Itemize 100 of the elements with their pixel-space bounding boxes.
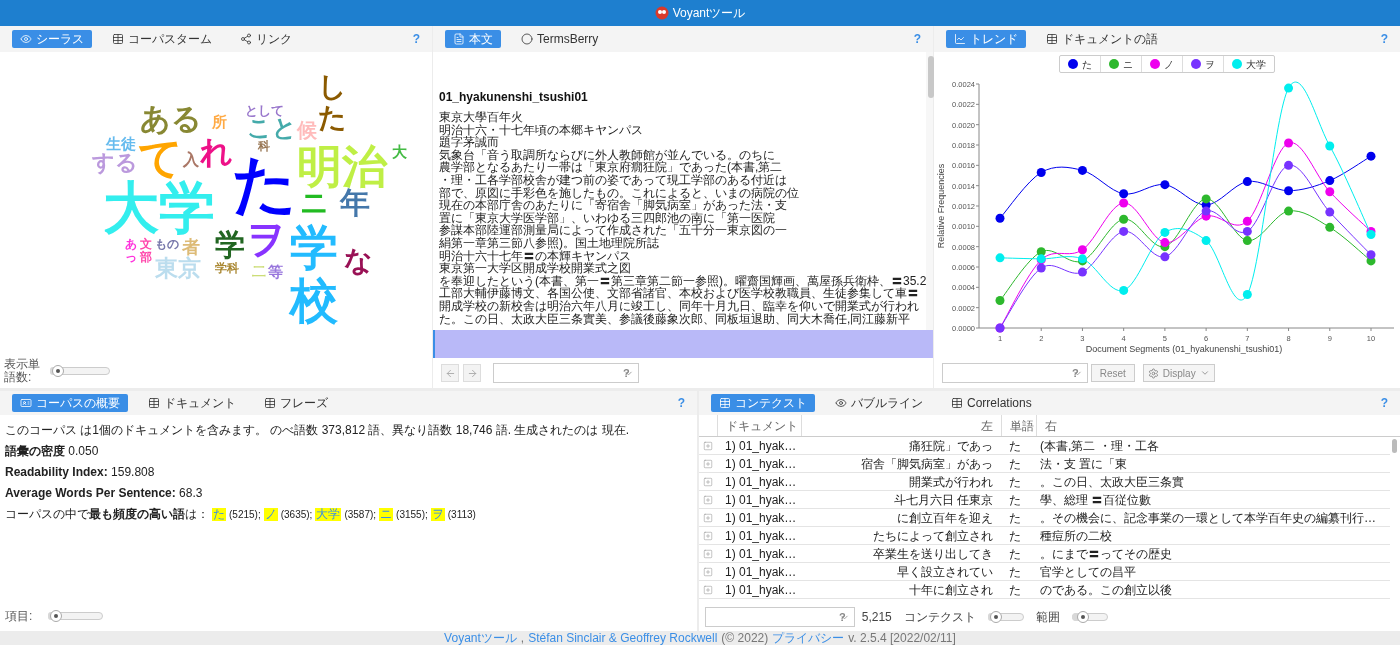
cloud-word[interactable]: 文部 (140, 238, 152, 265)
point (1284, 206, 1294, 216)
legend-label[interactable]: ニ (1123, 56, 1133, 72)
column-header[interactable]: 単語 (1001, 415, 1036, 436)
tab[interactable]: シーラス (12, 30, 92, 48)
tab[interactable]: トレンド (946, 30, 1026, 48)
expand-icon[interactable] (703, 512, 713, 523)
cloud-word[interactable]: 者 (182, 238, 200, 256)
cloud-word[interactable]: あっ (125, 238, 137, 265)
help-button[interactable]: ? (677, 394, 685, 412)
cloud-word[interactable]: する (92, 152, 138, 174)
help-button[interactable]: ? (412, 30, 420, 48)
point (1201, 236, 1211, 246)
cloud-word[interactable]: 学科 (215, 262, 239, 274)
legend-label[interactable]: ヲ (1205, 56, 1215, 72)
cloud-word[interactable]: 所 (212, 114, 227, 129)
dropdown-field[interactable] (705, 607, 855, 627)
context-count: 5,215 (861, 609, 892, 626)
tab[interactable]: コーパスの概要 (12, 394, 128, 412)
help-button[interactable]: ? (839, 608, 846, 626)
column-header[interactable]: 左 (801, 415, 1001, 436)
cloud-word[interactable]: 学校 (290, 222, 338, 328)
slider[interactable] (48, 610, 104, 622)
tab[interactable]: Correlations (943, 394, 1040, 412)
column-header[interactable]: 右 (1036, 415, 1400, 436)
cloud-word[interactable]: ある (140, 104, 202, 134)
help-button[interactable]: ? (1072, 364, 1079, 382)
forward-button[interactable] (463, 364, 481, 382)
point (995, 296, 1005, 306)
term-link[interactable]: ニ (379, 508, 394, 521)
column-header[interactable]: ドキュメント (717, 415, 801, 436)
cloud-word[interactable]: た (232, 152, 298, 216)
cloud-word[interactable]: れ (200, 136, 233, 168)
footer-text: (© 2022) (721, 631, 769, 645)
term-link[interactable]: 大学 (315, 508, 342, 521)
legend-label[interactable]: 大学 (1246, 56, 1266, 72)
cloud-word[interactable]: 大 (392, 144, 407, 159)
cloud-word[interactable]: 生徒 (106, 136, 136, 151)
cloud-word[interactable]: ニ (300, 189, 329, 217)
footer-link[interactable]: プライバシー (772, 631, 845, 645)
expand-icon[interactable] (703, 566, 713, 577)
expand-icon[interactable] (703, 494, 713, 505)
cloud-word[interactable]: ヲ (246, 219, 287, 259)
dropdown-field[interactable] (493, 363, 639, 383)
tab-icon (264, 397, 276, 409)
cloud-word[interactable]: 入 (183, 152, 199, 168)
cloud-word[interactable]: もの (155, 238, 179, 250)
tab[interactable]: フレーズ (256, 394, 336, 412)
tab-icon (112, 33, 124, 45)
term-count: (3113) (447, 508, 476, 521)
slider[interactable] (987, 611, 1024, 623)
tab[interactable]: バブルライン (827, 394, 931, 412)
tab[interactable]: リンク (232, 30, 300, 48)
tab[interactable]: ドキュメント (140, 394, 244, 412)
table-cell-text: た (1008, 509, 1022, 527)
slider[interactable] (1071, 611, 1108, 623)
tab[interactable]: コーパスターム (104, 30, 220, 48)
table-cell-text: た (1008, 527, 1022, 545)
legend-label[interactable]: た (1082, 56, 1092, 72)
footer-link[interactable]: Stéfan Sinclair & Geoffrey Rockwell (528, 631, 718, 645)
tab[interactable]: TermsBerry (513, 30, 607, 48)
help-button[interactable]: ? (1380, 394, 1388, 412)
point (1366, 151, 1376, 161)
back-button[interactable] (441, 364, 459, 382)
term-link[interactable]: ノ (263, 508, 278, 521)
footer-link[interactable]: Voyantツール (444, 631, 517, 645)
text-line: 現在の本部庁舎のあたりに「寄宿舎「脚気病室」があった法・支 (439, 199, 787, 212)
tab[interactable]: 本文 (445, 30, 501, 48)
cloud-word[interactable]: 年 (340, 188, 370, 218)
help-button[interactable]: ? (913, 30, 921, 48)
expand-icon[interactable] (703, 584, 713, 595)
table-cell-text: 。にまで〓ってその歴史 (1039, 545, 1173, 563)
legend-label[interactable]: ノ (1164, 56, 1174, 72)
cloud-word[interactable]: 等 (268, 264, 283, 279)
cloud-word[interactable]: な (344, 247, 373, 275)
reset-button[interactable]: Reset (1090, 364, 1135, 382)
expand-icon[interactable] (703, 440, 713, 451)
expand-icon[interactable] (703, 476, 713, 487)
tab[interactable]: ドキュメントの語 (1038, 30, 1166, 48)
term-link[interactable]: ヲ (430, 508, 445, 521)
expand-icon[interactable] (703, 530, 713, 541)
dropdown-field[interactable] (942, 363, 1088, 383)
cloud-word[interactable]: 学 (215, 230, 245, 260)
display-button[interactable]: Display (1142, 364, 1215, 382)
text-line: 参謀本部陸運部測量局によって作成された「五千分一東京図の一 (439, 224, 788, 237)
tab[interactable]: コンテクスト (711, 394, 815, 412)
scrollbar[interactable] (926, 52, 933, 330)
cloud-word[interactable]: した (318, 72, 346, 134)
table-cell-text: 種痘所の二校 (1039, 527, 1113, 545)
expand-icon[interactable] (703, 458, 713, 469)
expand-icon[interactable] (703, 548, 713, 559)
help-button[interactable]: ? (1380, 30, 1388, 48)
help-button[interactable]: ? (623, 364, 630, 382)
cloud-word[interactable]: として (245, 104, 284, 117)
term-link[interactable]: た (212, 508, 226, 521)
cloud-word[interactable]: 科 (258, 140, 270, 152)
point (1284, 83, 1294, 93)
slider[interactable] (50, 365, 110, 377)
cloud-word[interactable]: て (138, 136, 183, 180)
cloud-word[interactable]: こと (247, 116, 297, 140)
